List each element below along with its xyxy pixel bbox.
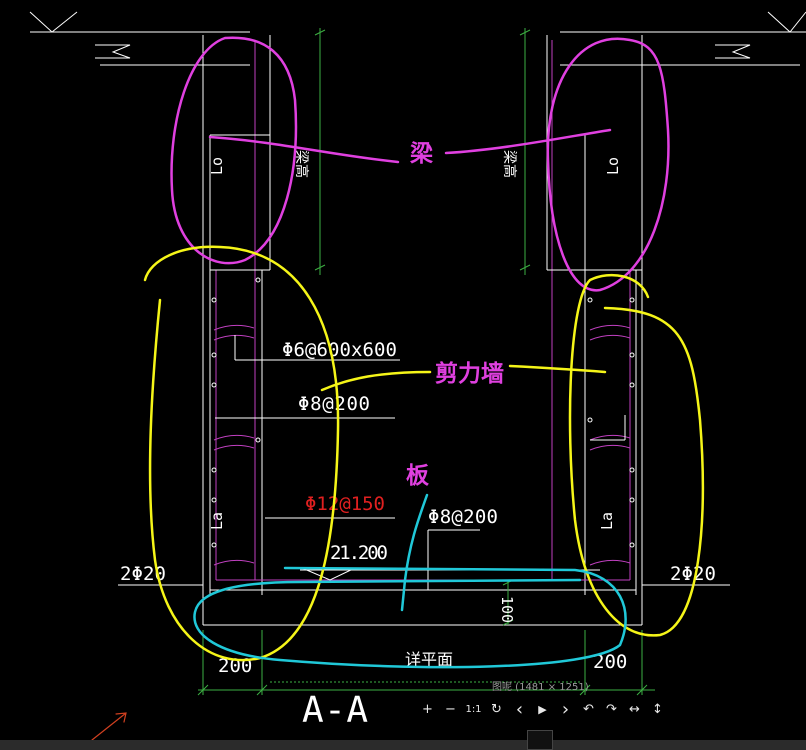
left-wall bbox=[202, 28, 326, 625]
rotate-icon[interactable]: ↻ bbox=[485, 698, 508, 720]
next-button[interactable]: › bbox=[554, 698, 577, 720]
beam-height-right: 梁高 bbox=[501, 150, 518, 178]
orange-arrow bbox=[91, 712, 127, 741]
cad-labels: 梁高 梁高 Lo Lo La La Φ6@600x600 Φ8@200 Φ12@… bbox=[120, 150, 716, 731]
viewer-toolbar: + − 1:1 ↻ ‹ ▶ › ↶ ↷ ↔ ↕ bbox=[416, 698, 669, 720]
status-bar bbox=[0, 740, 806, 750]
prev-button[interactable]: ‹ bbox=[508, 698, 531, 720]
cad-drawing: 梁高 梁高 Lo Lo La La Φ6@600x600 Φ8@200 Φ12@… bbox=[29, 11, 806, 741]
hand-markups bbox=[91, 36, 704, 741]
lo-top-left: Lo bbox=[208, 157, 226, 175]
shear-wall-label: 剪力墙 bbox=[435, 360, 504, 387]
section-title: A-A bbox=[302, 690, 368, 731]
beam-label: 梁 bbox=[409, 141, 433, 167]
flip-horizontal-icon[interactable]: ↔ bbox=[623, 698, 646, 720]
lo-top-right: Lo bbox=[604, 157, 622, 175]
play-button[interactable]: ▶ bbox=[531, 698, 554, 720]
slab-label: 板 bbox=[406, 463, 430, 489]
slab-bar-red-spec: Φ12@150 bbox=[305, 493, 385, 515]
zoom-out-button[interactable]: − bbox=[439, 698, 462, 720]
top-structure bbox=[29, 11, 806, 66]
image-info: 图呢 (1481 × 1251) bbox=[492, 682, 589, 693]
dim-100-label: 100 bbox=[498, 596, 516, 623]
wall-bar-spec: Φ8@200 bbox=[298, 393, 370, 415]
cyan-pointer bbox=[400, 493, 429, 612]
yellow-loop-left bbox=[143, 245, 340, 662]
elevation-label: 21.200 bbox=[330, 542, 388, 564]
la-bottom-right: La bbox=[598, 512, 616, 530]
slab-bar-spec: Φ8@200 bbox=[428, 506, 498, 528]
markup-labels: 梁 剪力墙 板 bbox=[406, 141, 504, 489]
magenta-loop-left bbox=[170, 36, 298, 265]
zoom-in-button[interactable]: + bbox=[416, 698, 439, 720]
la-bottom-left: La bbox=[208, 512, 226, 530]
rotate-right-icon[interactable]: ↷ bbox=[600, 698, 623, 720]
rotate-left-icon[interactable]: ↶ bbox=[577, 698, 600, 720]
thumbnail-icon[interactable] bbox=[527, 730, 553, 750]
flip-vertical-icon[interactable]: ↕ bbox=[646, 698, 669, 720]
tie-spec: Φ6@600x600 bbox=[282, 339, 397, 361]
actual-size-button[interactable]: 1:1 bbox=[462, 698, 485, 720]
